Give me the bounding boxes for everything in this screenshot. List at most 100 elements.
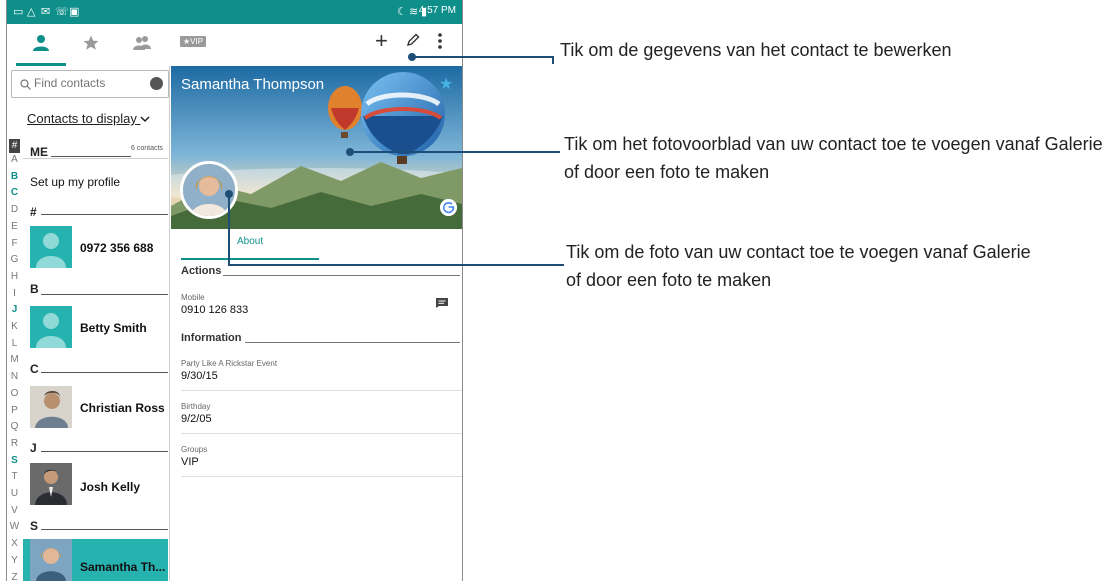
alphabet-index-letter[interactable]: F (7, 238, 22, 249)
vip-icon[interactable]: ★VIP (180, 36, 207, 47)
add-contact-button[interactable]: + (375, 30, 388, 52)
contacts-to-display-dropdown[interactable]: Contacts to display (27, 111, 150, 126)
divider (41, 529, 168, 530)
callout-line (228, 193, 230, 266)
divider (41, 372, 168, 373)
alphabet-index[interactable]: # ABCDEFGHIJKLMNOPQRSTUVWXYZ (7, 139, 22, 581)
divider (181, 476, 462, 477)
person-icon[interactable] (32, 34, 50, 57)
contact-photo (30, 463, 72, 505)
tab-about[interactable]: About (237, 236, 263, 247)
divider (245, 342, 460, 343)
divider (51, 156, 131, 157)
alphabet-index-letter[interactable]: H (7, 271, 22, 282)
event-label: Party Like A Rickstar Event (181, 359, 278, 368)
contact-row-josh-kelly[interactable]: Josh Kelly (80, 480, 140, 494)
alphabet-index-letter[interactable]: R (7, 438, 22, 449)
alphabet-index-letter[interactable]: X (7, 538, 22, 549)
active-tab-indicator (181, 258, 319, 260)
alphabet-index-letter[interactable]: Z (7, 572, 22, 581)
actions-header: Actions (181, 265, 222, 277)
alphabet-index-letter[interactable]: B (7, 171, 22, 182)
section-header-s: S (30, 519, 39, 533)
alphabet-index-letter[interactable]: Y (7, 555, 22, 566)
divider (23, 158, 168, 159)
alphabet-index-hash[interactable]: # (9, 139, 20, 153)
contact-photo (30, 386, 72, 428)
callout-line (350, 151, 560, 153)
callout-line (228, 264, 564, 266)
alphabet-index-letter[interactable]: O (7, 388, 22, 399)
contact-avatar (30, 306, 72, 348)
phone-screen: ▭ △ ✉ ☏ ▣ ☾ ≋ ▮ 4:57 PM ★VIP + Find cont… (6, 0, 463, 581)
mail-icon: ✉ (41, 6, 51, 18)
alphabet-index-letter[interactable]: E (7, 221, 22, 232)
divider (41, 294, 168, 295)
image-icon: ▣ (69, 6, 80, 18)
contact-row-phone[interactable]: 0972 356 688 (80, 241, 153, 255)
callout-line (552, 56, 554, 64)
divider (41, 451, 168, 452)
star-icon[interactable] (82, 34, 100, 57)
alphabet-index-letter[interactable]: V (7, 505, 22, 516)
alphabet-index-letter[interactable]: K (7, 321, 22, 332)
alphabet-index-letter[interactable]: G (7, 254, 22, 265)
contact-avatar (30, 226, 72, 268)
search-input[interactable] (34, 75, 144, 91)
alphabet-index-letter[interactable]: C (7, 187, 22, 198)
alphabet-index-letter[interactable]: U (7, 488, 22, 499)
callout-contact-photo: Tik om de foto van uw contact toe te voe… (566, 242, 1031, 290)
divider (181, 433, 462, 434)
call-icon: ☏ (55, 6, 69, 18)
alphabet-index-letter[interactable]: A (7, 154, 22, 165)
mobile-label: Mobile (181, 293, 205, 302)
groups-value: VIP (181, 456, 199, 468)
favorite-star-icon[interactable]: ★ (439, 74, 453, 94)
information-header: Information (181, 332, 242, 344)
divider (181, 390, 462, 391)
overflow-menu-icon[interactable] (437, 33, 443, 54)
birthday-value: 9/2/05 (181, 413, 212, 425)
alphabet-index-letter[interactable]: P (7, 405, 22, 416)
alphabet-index-letter[interactable]: D (7, 204, 22, 215)
callout-edit-contact: Tik om de gegevens van het contact te be… (560, 40, 952, 60)
alphabet-index-letter[interactable]: L (7, 338, 22, 349)
action-bar: ★VIP + (7, 24, 462, 66)
clock: 4:57 PM (418, 5, 456, 16)
contact-row-samantha-thompson[interactable]: Samantha Th... (80, 560, 165, 574)
alphabet-index-letter[interactable]: I (7, 288, 22, 299)
group-icon[interactable] (132, 34, 152, 57)
mobile-number[interactable]: 0910 126 833 (181, 304, 248, 316)
alert-icon: △ (27, 6, 36, 18)
alphabet-index-letter[interactable]: N (7, 371, 22, 382)
contact-row-betty-smith[interactable]: Betty Smith (80, 321, 147, 335)
alphabet-index-letter[interactable]: J (7, 304, 22, 315)
event-date: 9/30/15 (181, 370, 218, 382)
moon-icon: ☾ (397, 6, 407, 18)
contact-row-christian-ross[interactable]: Christian Ross (80, 401, 165, 415)
display-filter-label: Contacts to display (27, 111, 137, 126)
google-account-icon (440, 199, 457, 216)
chevron-down-icon (140, 111, 150, 126)
alphabet-index-letter[interactable]: S (7, 455, 22, 466)
search-box[interactable] (11, 70, 169, 98)
search-icon (20, 77, 31, 95)
status-bar: ▭ △ ✉ ☏ ▣ ☾ ≋ ▮ 4:57 PM (7, 0, 462, 24)
alphabet-index-letter[interactable]: W (7, 521, 22, 532)
section-header-c: C (30, 362, 39, 376)
alphabet-index-letter[interactable]: M (7, 354, 22, 365)
set-up-profile-row[interactable]: Set up my profile (30, 175, 120, 189)
callout-line (412, 56, 552, 58)
groups-label: Groups (181, 445, 208, 454)
wifi-icon: ≋ (409, 6, 419, 18)
message-icon[interactable] (435, 296, 449, 314)
contact-photo (30, 539, 72, 581)
pane-divider (169, 66, 170, 581)
voice-search-icon[interactable] (150, 77, 163, 90)
section-header-j: J (30, 441, 37, 455)
alphabet-index-letter[interactable]: T (7, 471, 22, 482)
pencil-icon[interactable] (405, 32, 421, 53)
contact-name: Samantha Thompson (181, 76, 325, 93)
alphabet-index-letter[interactable]: Q (7, 421, 22, 432)
notification-icon: ▭ (13, 6, 24, 18)
